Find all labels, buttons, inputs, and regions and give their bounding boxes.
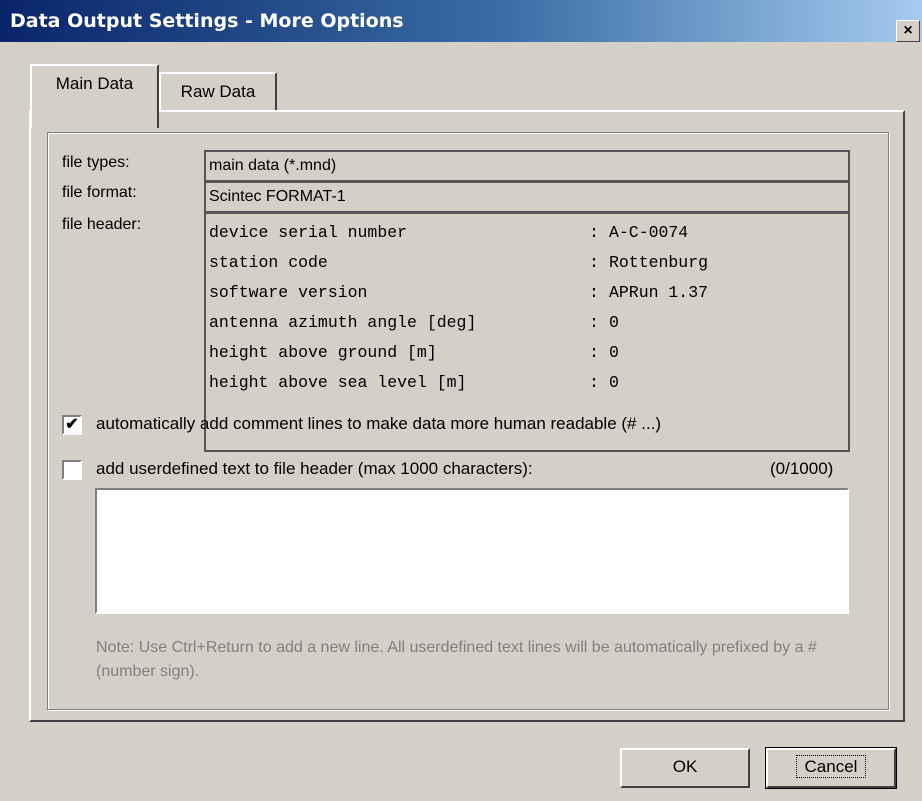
user-text-label[interactable]: add userdefined text to file header (max… [96, 459, 533, 479]
file-format-label: file format: [62, 184, 137, 201]
user-text-checkbox[interactable] [62, 460, 82, 480]
ok-button[interactable]: OK [620, 748, 750, 788]
header-separator: : [589, 253, 599, 272]
header-key: device serial number [209, 223, 408, 242]
header-row: height above ground [m]:0 [209, 338, 848, 368]
header-key: antenna azimuth angle [deg] [209, 313, 477, 332]
window-title: Data Output Settings - More Options [10, 10, 404, 32]
note-text: Note: Use Ctrl+Return to add a new line.… [96, 639, 817, 680]
file-types-field: main data (*.mnd) [204, 150, 850, 182]
file-types-label: file types: [62, 154, 130, 171]
close-button[interactable]: × [896, 20, 920, 42]
header-value: 0 [609, 343, 619, 362]
header-row: device serial number: A-C-0074 [209, 218, 848, 248]
header-key: height above sea level [m] [209, 373, 467, 392]
header-separator: : [589, 373, 599, 392]
header-value: 0 [609, 313, 619, 332]
header-row: height above sea level [m]:0 [209, 368, 848, 398]
user-text-input[interactable] [95, 488, 849, 614]
header-value: A-C-0074 [609, 223, 689, 242]
header-separator: : [589, 223, 599, 242]
tab-raw-data[interactable]: Raw Data [159, 72, 277, 112]
auto-comment-label[interactable]: automatically add comment lines to make … [96, 414, 661, 434]
auto-comment-checkbox[interactable]: ✔ [62, 415, 82, 435]
header-separator: : [589, 283, 599, 302]
header-row: station code: Rottenburg [209, 248, 848, 278]
title-bar: Data Output Settings - More Options × [0, 0, 922, 42]
header-key: station code [209, 253, 328, 272]
header-value: Rottenburg [609, 253, 709, 272]
header-row: software version: APRun 1.37 [209, 278, 848, 308]
tab-main-data[interactable]: Main Data [30, 64, 159, 128]
header-row: antenna azimuth angle [deg]:0 [209, 308, 848, 338]
header-key: height above ground [m] [209, 343, 437, 362]
header-value: APRun 1.37 [609, 283, 709, 302]
header-separator: : [589, 313, 599, 332]
file-format-field: Scintec FORMAT-1 [204, 181, 850, 213]
cancel-button[interactable]: Cancel [765, 747, 897, 789]
header-value: 0 [609, 373, 619, 392]
header-key: software version [209, 283, 368, 302]
cancel-label: Cancel [795, 755, 867, 778]
file-header-label: file header: [62, 216, 142, 233]
char-counter: (0/1000) [770, 459, 834, 478]
header-separator: : [589, 343, 599, 362]
